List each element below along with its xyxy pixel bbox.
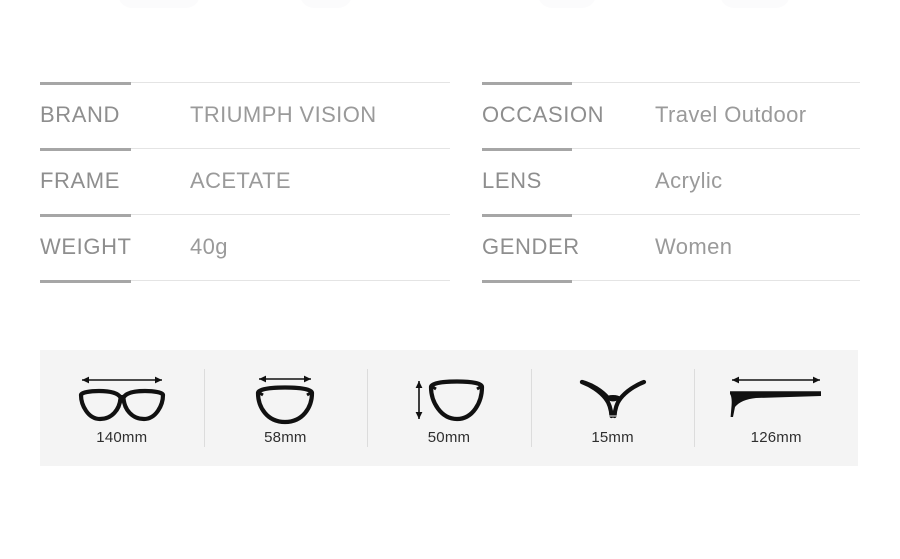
spec-row-weight: WEIGHT 40g — [40, 214, 450, 280]
spec-label-occasion: OCCASION — [482, 102, 605, 127]
spec-label-frame: FRAME — [40, 168, 120, 193]
measure-label-total-width: 140mm — [96, 428, 148, 446]
cropped-thumbnail-1 — [118, 0, 200, 8]
measure-cell-temple-length: 126mm — [694, 350, 858, 466]
spec-row-frame: FRAME ACETATE — [40, 148, 450, 214]
spec-label-lens: LENS — [482, 168, 542, 193]
glasses-front-icon — [74, 371, 170, 427]
spec-value-frame: ACETATE — [190, 168, 291, 193]
spec-value-lens: Acrylic — [655, 168, 723, 193]
measure-label-lens-height: 50mm — [427, 428, 471, 446]
spec-column-right-bottom-rule — [482, 280, 860, 283]
measurement-panel: 140mm 58mm 50mm 15mm 126mm — [40, 350, 858, 466]
product-spec-table: BRAND TRIUMPH VISION FRAME ACETATE WEIGH… — [40, 82, 860, 283]
cropped-thumbnail-3 — [538, 0, 596, 8]
spec-label-gender: GENDER — [482, 234, 580, 259]
measure-label-bridge: 15mm — [591, 428, 634, 446]
cropped-thumbnails-strip — [0, 0, 900, 16]
spec-value-gender: Women — [655, 234, 733, 259]
spec-column-left-bottom-rule — [40, 280, 450, 283]
measure-cell-bridge: 15mm — [530, 350, 695, 466]
spec-value-weight: 40g — [190, 234, 228, 259]
cropped-thumbnail-2 — [300, 0, 352, 8]
spec-column-right: OCCASION Travel Outdoor LENS Acrylic GEN… — [450, 82, 860, 283]
spec-row-lens: LENS Acrylic — [482, 148, 860, 214]
lens-width-icon — [248, 371, 322, 427]
spec-value-brand: TRIUMPH VISION — [190, 102, 377, 127]
measure-label-temple-length: 126mm — [750, 428, 802, 446]
spec-row-occasion: OCCASION Travel Outdoor — [482, 82, 860, 148]
temple-arm-icon — [722, 371, 830, 427]
cropped-thumbnail-4 — [720, 0, 790, 8]
spec-column-left: BRAND TRIUMPH VISION FRAME ACETATE WEIGH… — [40, 82, 450, 283]
measure-label-lens-width: 58mm — [264, 428, 307, 446]
spec-row-gender: GENDER Women — [482, 214, 860, 280]
lens-height-icon — [409, 371, 489, 427]
spec-row-brand: BRAND TRIUMPH VISION — [40, 82, 450, 148]
spec-label-brand: BRAND — [40, 102, 121, 127]
spec-label-weight: WEIGHT — [40, 234, 132, 259]
spec-value-occasion: Travel Outdoor — [655, 102, 807, 127]
measure-cell-lens-height: 50mm — [367, 350, 531, 466]
measure-cell-lens-width: 58mm — [203, 350, 368, 466]
measure-cell-total-width: 140mm — [40, 350, 204, 466]
bridge-icon — [570, 371, 656, 427]
